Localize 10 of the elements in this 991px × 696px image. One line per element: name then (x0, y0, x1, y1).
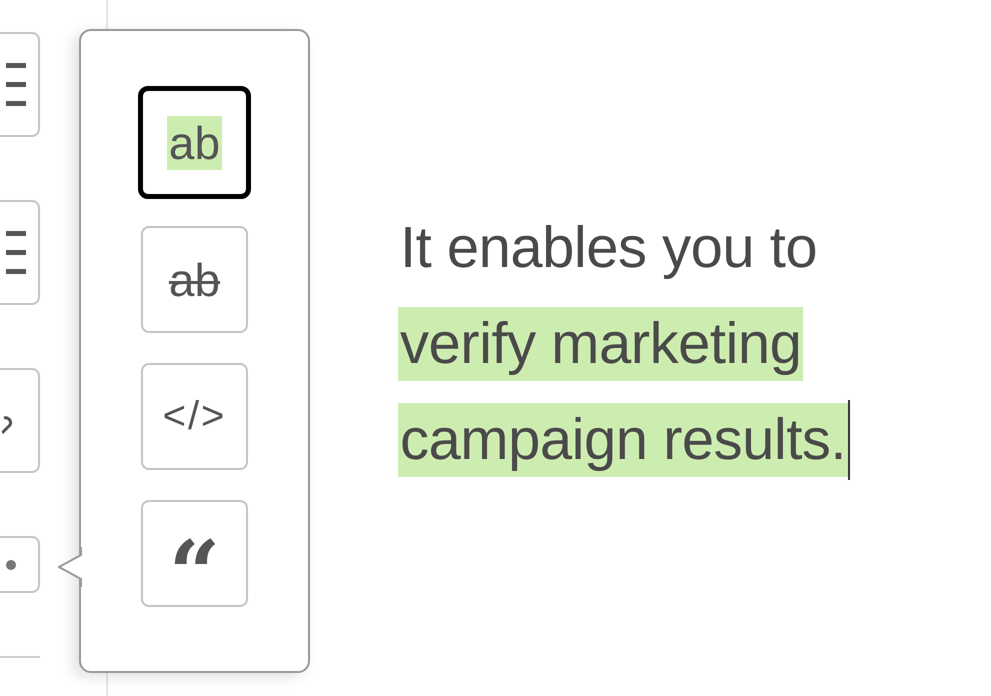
editor-text: verify marketing (398, 307, 804, 381)
editor-text: It enables you to (399, 214, 818, 282)
list-icon (6, 62, 26, 106)
editor-text: campaign results. (398, 403, 848, 477)
bullet-icon (6, 560, 16, 570)
quote-button[interactable]: “ (141, 500, 248, 607)
code-button[interactable]: </> (141, 363, 248, 470)
list-icon (6, 230, 26, 274)
strikethrough-button[interactable]: ab (141, 226, 248, 333)
highlight-button[interactable]: ab (138, 86, 251, 199)
